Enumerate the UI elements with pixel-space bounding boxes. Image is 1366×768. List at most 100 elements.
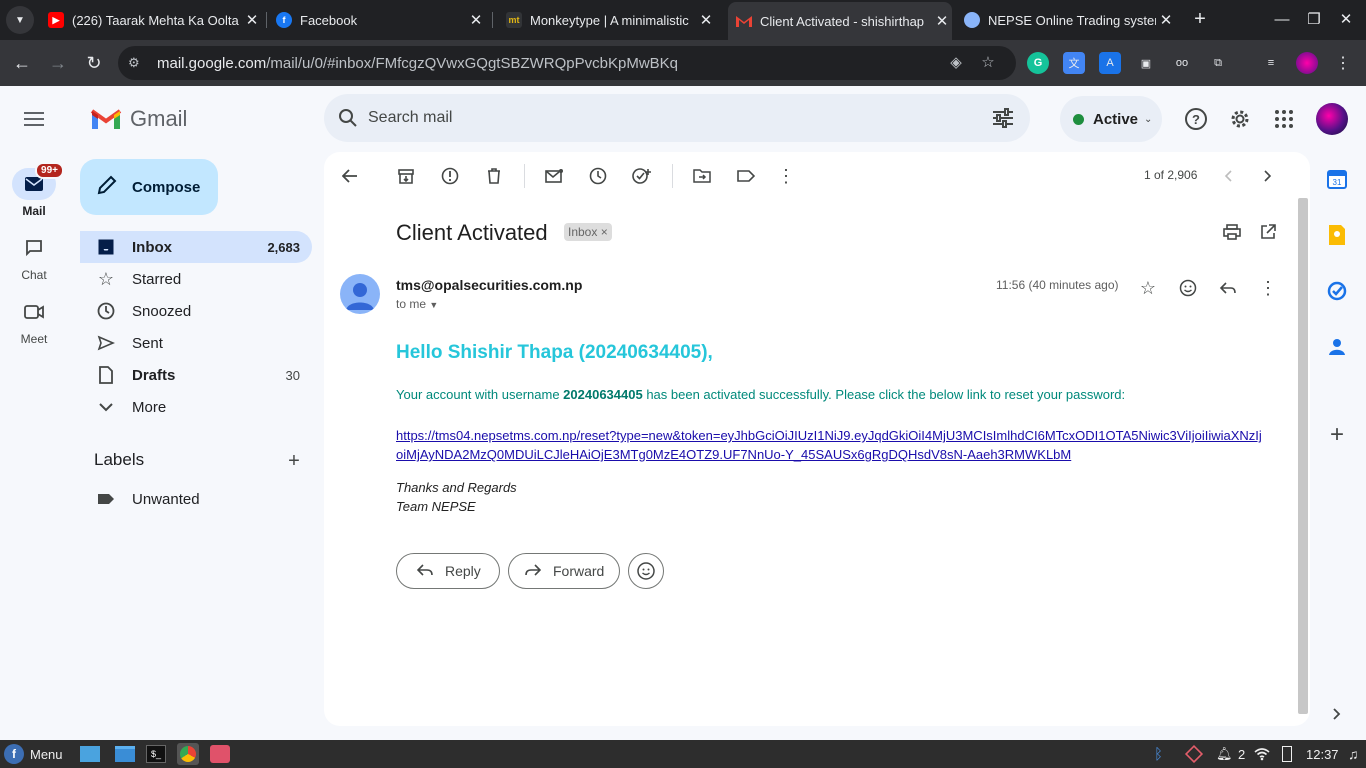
keep-icon[interactable] — [1326, 224, 1348, 246]
print-icon[interactable] — [1220, 222, 1244, 242]
wifi-icon[interactable] — [1254, 744, 1270, 764]
delete-trash-icon[interactable] — [482, 166, 506, 186]
extension-icon[interactable]: oo — [1171, 52, 1193, 74]
get-addons-icon[interactable]: + — [1326, 421, 1348, 448]
expand-panel-chevron-icon[interactable] — [1326, 703, 1348, 725]
extension-icon[interactable]: ▣ — [1135, 52, 1157, 74]
close-tab-icon[interactable]: ✕ — [932, 12, 952, 30]
folder-sent[interactable]: Sent — [80, 327, 312, 359]
package-updates-icon[interactable] — [1184, 744, 1204, 764]
tab-youtube[interactable]: ▶ (226) Taarak Mehta Ka Oolta ✕ — [48, 0, 262, 40]
search-options-icon[interactable] — [992, 108, 1014, 133]
bluetooth-icon[interactable]: ᛒ — [1154, 744, 1163, 764]
terminal-icon[interactable]: $_ — [146, 744, 166, 764]
new-tab-button[interactable]: + — [1188, 8, 1212, 32]
newer-chevron-icon[interactable] — [1216, 166, 1240, 186]
search-bar[interactable]: Search mail — [324, 94, 1030, 142]
reply-button[interactable]: Reply — [396, 553, 500, 589]
sender-avatar[interactable] — [340, 274, 380, 314]
close-window-button[interactable]: ✕ — [1334, 8, 1358, 32]
back-button[interactable]: ← — [10, 51, 34, 75]
mark-unread-icon[interactable] — [542, 166, 566, 186]
rail-chat[interactable]: Chat — [0, 232, 68, 282]
site-info-icon[interactable]: ⚙ — [128, 55, 144, 71]
reset-password-link[interactable]: https://tms04.nepsetms.com.np/reset?type… — [396, 426, 1266, 464]
sender-email[interactable]: tms@opalsecurities.com.np — [396, 277, 582, 293]
report-spam-icon[interactable] — [438, 166, 462, 186]
main-menu-icon[interactable] — [22, 108, 46, 132]
label-unwanted[interactable]: Unwanted — [80, 483, 312, 515]
more-options-icon[interactable]: ⋮ — [1256, 276, 1280, 300]
folder-starred[interactable]: ☆ Starred — [80, 263, 312, 295]
volume-icon[interactable]: ♫ — [1348, 744, 1359, 764]
extensions-puzzle-icon[interactable]: ⧉ — [1207, 52, 1229, 74]
open-new-window-icon[interactable] — [1256, 222, 1280, 242]
forward-button[interactable]: → — [46, 51, 70, 75]
close-tab-icon[interactable]: ✕ — [1156, 11, 1176, 29]
chrome-menu-icon[interactable]: ⋮ — [1332, 52, 1354, 74]
profile-avatar-icon[interactable] — [1296, 52, 1318, 74]
notifications-icon[interactable]: 🔔︎ — [1216, 744, 1233, 764]
rail-mail[interactable]: 99+ Mail — [0, 162, 68, 218]
tab-gmail-active[interactable]: Client Activated - shishirthap ✕ — [728, 2, 952, 40]
grammarly-icon[interactable]: G — [1027, 52, 1049, 74]
rail-meet[interactable]: Meet — [0, 296, 68, 346]
compose-button[interactable]: Compose — [80, 159, 218, 215]
close-tab-icon[interactable]: ✕ — [696, 11, 716, 29]
search-input[interactable]: Search mail — [368, 109, 452, 127]
account-avatar[interactable] — [1316, 103, 1348, 135]
minimize-button[interactable]: — — [1270, 8, 1294, 32]
emoji-react-icon[interactable] — [1176, 276, 1200, 300]
bookmark-star-icon[interactable]: ☆ — [978, 53, 998, 73]
contacts-icon[interactable] — [1326, 336, 1348, 358]
emoji-reaction-button[interactable] — [628, 553, 664, 589]
reload-button[interactable]: ↻ — [82, 51, 106, 75]
chrome-taskbar-icon[interactable] — [177, 743, 199, 765]
show-desktop-icon[interactable] — [80, 744, 100, 764]
tab-facebook[interactable]: f Facebook ✕ — [276, 0, 486, 40]
move-to-folder-icon[interactable] — [690, 166, 714, 186]
recipients-toggle[interactable]: to me ▼ — [396, 297, 438, 311]
start-menu-button[interactable]: f Menu — [4, 744, 63, 764]
battery-icon[interactable] — [1282, 744, 1292, 764]
star-icon[interactable]: ☆ — [1136, 276, 1160, 300]
reply-icon[interactable] — [1216, 276, 1240, 300]
label-icon[interactable] — [734, 166, 758, 186]
folder-snoozed[interactable]: Snoozed — [80, 295, 312, 327]
add-label-icon[interactable]: + — [284, 450, 304, 473]
settings-gear-icon[interactable] — [1228, 107, 1252, 131]
media-control-icon[interactable]: ≡ — [1260, 52, 1282, 74]
lens-icon[interactable]: ◈ — [946, 53, 966, 73]
folder-drafts[interactable]: Drafts 30 — [80, 359, 312, 391]
close-tab-icon[interactable]: ✕ — [466, 11, 486, 29]
gmail-logo[interactable]: Gmail — [90, 106, 187, 132]
calendar-icon[interactable]: 31 — [1326, 168, 1348, 190]
search-icon[interactable] — [338, 108, 358, 133]
add-to-tasks-icon[interactable] — [630, 166, 654, 186]
file-manager-icon[interactable] — [115, 744, 135, 764]
archive-icon[interactable] — [394, 166, 418, 186]
image-viewer-icon[interactable] — [210, 744, 230, 764]
older-chevron-icon[interactable] — [1256, 166, 1280, 186]
maximize-button[interactable]: ❐ — [1302, 8, 1326, 32]
inbox-label-chip[interactable]: Inbox × — [564, 223, 612, 241]
tab-search-button[interactable]: ▼ — [6, 6, 34, 34]
address-bar[interactable]: ⚙ mail.google.com/mail/u/0/#inbox/FMfcgz… — [118, 46, 1016, 80]
apps-grid-icon[interactable] — [1272, 107, 1296, 131]
forward-button[interactable]: Forward — [508, 553, 620, 589]
remove-label-icon[interactable]: × — [601, 225, 608, 239]
help-icon[interactable]: ? — [1184, 107, 1208, 131]
scrollbar[interactable] — [1298, 198, 1308, 714]
more-actions-icon[interactable]: ⋮ — [774, 166, 798, 186]
folder-inbox[interactable]: Inbox 2,683 — [80, 231, 312, 263]
snooze-clock-icon[interactable] — [586, 166, 610, 186]
status-selector[interactable]: Active ⌄ — [1060, 96, 1162, 142]
tasks-icon[interactable] — [1326, 280, 1348, 302]
translate-icon[interactable]: 文 — [1063, 52, 1085, 74]
back-to-inbox-icon[interactable] — [338, 166, 362, 186]
tab-monkeytype[interactable]: mt Monkeytype | A minimalistic ✕ — [506, 0, 716, 40]
close-tab-icon[interactable]: ✕ — [242, 11, 262, 29]
tab-nepse[interactable]: NEPSE Online Trading system ✕ — [964, 0, 1176, 40]
extension-icon[interactable]: A — [1099, 52, 1121, 74]
folder-more[interactable]: More — [80, 391, 312, 423]
